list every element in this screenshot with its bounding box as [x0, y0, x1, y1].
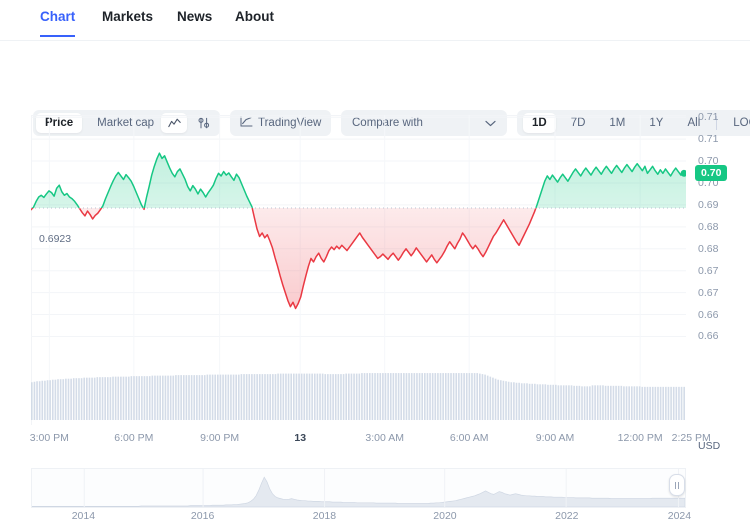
tab-news[interactable]: News [177, 9, 212, 35]
y-axis-tick: 0.66 [698, 308, 719, 321]
y-axis-tick: 0.71 [698, 111, 719, 124]
x-axis-tick: 13 [294, 432, 307, 444]
y-axis-tick: 0.66 [698, 330, 719, 343]
y-axis-tick: 0.68 [698, 242, 719, 255]
y-axis-tick: 0.69 [698, 198, 719, 211]
x-axis-tick: 9:00 PM [200, 432, 240, 444]
x-axis-tick: 3:00 PM [29, 432, 69, 444]
x-axis-tick: 2:25 PM [671, 432, 711, 444]
y-axis-tick: 0.71 [698, 133, 719, 146]
navigator-year-label: 2018 [312, 510, 337, 522]
main-tabbar: Chart Markets News About [0, 0, 750, 41]
navigator-year-label: 2022 [555, 510, 579, 522]
range-navigator[interactable] [31, 468, 686, 508]
grip-line [678, 481, 679, 489]
x-axis-tick: 3:00 AM [365, 432, 404, 444]
current-price-badge: 0.70 [695, 165, 728, 182]
x-axis-tick: 6:00 PM [114, 432, 154, 444]
y-axis-tick: 0.67 [698, 286, 719, 299]
y-axis-tick: 0.68 [698, 220, 719, 233]
grip-line [675, 481, 676, 489]
tab-markets[interactable]: Markets [102, 9, 153, 35]
navigator-year-axis: 2014 2016 2018 2020 2022 2024 [31, 510, 691, 526]
price-chart[interactable] [31, 115, 686, 425]
navigator-year-label: 2024 [667, 510, 692, 522]
x-axis-tick: 6:00 AM [449, 432, 489, 444]
x-axis-tick: 12:00 PM [617, 432, 663, 444]
tab-about[interactable]: About [235, 9, 274, 35]
tab-chart[interactable]: Chart [40, 9, 76, 37]
y-axis-tick: 0.67 [698, 264, 719, 277]
navigator-handle-right[interactable] [669, 474, 685, 496]
chart-toolbar: Price Market cap TradingView Compare wit… [0, 41, 750, 136]
navigator-year-label: 2020 [433, 510, 457, 522]
y-axis: 0.71 0.71 0.70 0.70 0.69 0.68 0.68 0.67 0.67 0.66… [692, 111, 750, 425]
navigator-year-label: 2016 [190, 510, 215, 522]
x-axis: 3:00 PM 6:00 PM 9:00 PM 13 3:00 AM 6:00 AM 9:0… [29, 432, 711, 448]
navigator-year-label: 2014 [71, 510, 96, 522]
navigator-sparkline [32, 469, 685, 507]
baseline-price-label: 0.6923 [37, 233, 74, 245]
x-axis-tick: 9:00 AM [535, 432, 575, 444]
